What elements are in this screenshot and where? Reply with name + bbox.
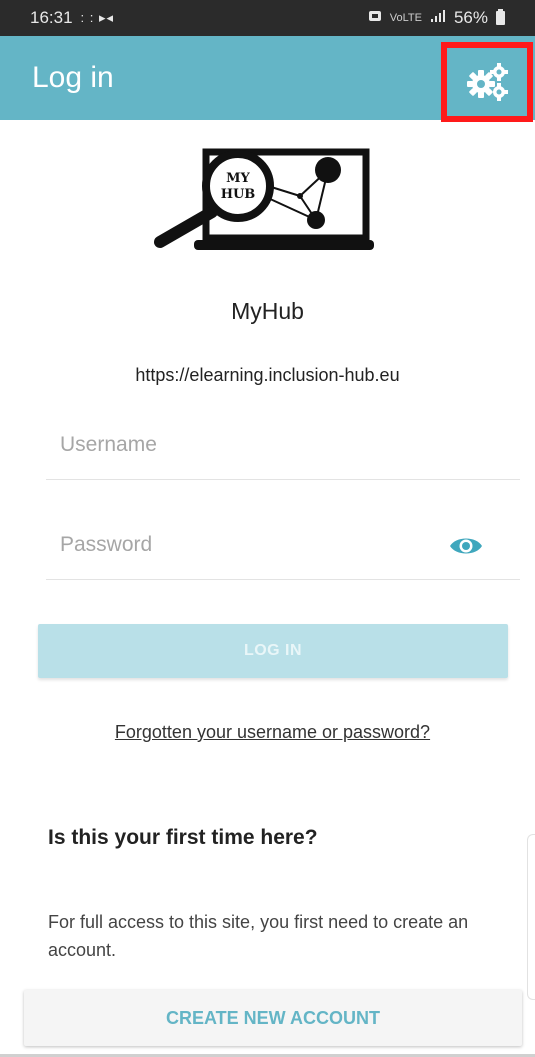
username-input[interactable] bbox=[60, 428, 440, 462]
settings-button[interactable] bbox=[441, 42, 533, 122]
password-field-container bbox=[46, 514, 520, 580]
first-time-heading: Is this your first time here? bbox=[48, 826, 318, 849]
status-bar: 16:31 : : ▸◂ VoLTE 56% bbox=[0, 0, 535, 36]
logo-text-my: MY bbox=[226, 171, 250, 186]
gears-icon bbox=[467, 63, 508, 101]
show-password-button[interactable] bbox=[446, 532, 486, 560]
battery-icon bbox=[496, 9, 505, 25]
status-time: 16:31 bbox=[30, 8, 73, 27]
eye-icon bbox=[450, 538, 482, 554]
scroll-edge bbox=[527, 834, 535, 1000]
forgot-password-link[interactable]: Forgotten your username or password? bbox=[0, 722, 535, 743]
first-time-description: For full access to this site, you first … bbox=[48, 912, 469, 960]
create-account-button[interactable]: CREATE NEW ACCOUNT bbox=[24, 990, 522, 1046]
status-right: VoLTE 56% bbox=[368, 8, 505, 28]
page-title: Log in bbox=[32, 61, 114, 94]
battery-level: 56% bbox=[453, 8, 488, 27]
app-bar: Log in bbox=[0, 36, 535, 122]
site-logo: MY HUB bbox=[150, 138, 380, 256]
logo-text-hub: HUB bbox=[221, 187, 256, 202]
network-label: VoLTE bbox=[389, 12, 422, 24]
site-name: MyHub bbox=[231, 298, 304, 324]
status-left: 16:31 : : ▸◂ bbox=[30, 8, 114, 28]
username-field-container bbox=[46, 414, 520, 480]
site-url: https://elearning.inclusion-hub.eu bbox=[135, 365, 400, 385]
login-button[interactable]: LOG IN bbox=[38, 624, 508, 678]
signal-icon bbox=[430, 8, 446, 28]
alarm-icon bbox=[368, 8, 382, 28]
notification-indicators: : : ▸◂ bbox=[80, 10, 115, 25]
password-input[interactable] bbox=[60, 528, 440, 562]
